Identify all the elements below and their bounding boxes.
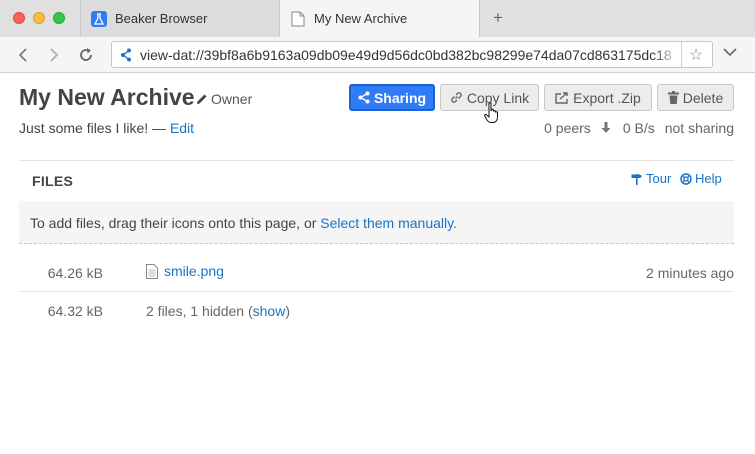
tab-beaker-browser[interactable]: Beaker Browser [80,0,280,37]
download-rate: 0 B/s [601,120,655,136]
tour-label: Tour [646,171,672,186]
file-row[interactable]: 64.26 kB smile.png 2 minutes ago [19,254,734,292]
export-icon [555,92,568,104]
window-maximize-button[interactable] [53,12,65,24]
archive-title: My New Archive [19,84,195,110]
link-icon [451,92,462,103]
summary-close: ) [285,303,290,319]
tab-my-new-archive[interactable]: My New Archive [280,0,480,37]
arrow-down-icon [601,122,611,133]
sharing-status: not sharing [664,120,734,136]
select-files-link[interactable]: Select them manually. [320,215,457,231]
file-size: 64.26 kB [47,265,103,281]
show-hidden-link[interactable]: show [253,303,286,319]
bookmark-star-icon[interactable]: ☆ [686,45,706,65]
sharing-stats: 0 peers 0 B/s not sharing [544,120,734,136]
delete-button-label: Delete [682,89,724,106]
file-name-link[interactable]: smile.png [164,263,224,279]
archive-description: Just some files I like! — Edit [19,120,194,136]
reload-button[interactable] [74,43,98,67]
drop-instructions: To add files, drag their icons onto this… [30,215,321,231]
url-bar[interactable]: view-dat://39bf8a6b9163a09db09e49d9d56dc… [111,41,713,68]
description-text: Just some files I like! — [19,120,170,136]
files-summary-row: 64.32 kB 2 files, 1 hidden (show) [19,292,734,330]
page-icon [290,11,306,27]
url-text: view-dat://39bf8a6b9163a09db09e49d9d56dc… [140,47,672,63]
title-bar: Beaker Browser My New Archive + [0,0,755,37]
file-drop-zone[interactable]: To add files, drag their icons onto this… [19,201,734,244]
sharing-button[interactable]: Sharing [349,84,435,111]
tour-link[interactable]: Tour [631,171,671,186]
files-panel: FILES Tour Help To add files, drag their… [19,160,734,244]
total-size: 64.32 kB [47,303,103,319]
hand-pointer-cursor-icon [484,102,500,127]
file-modified: 2 minutes ago [646,265,734,281]
download-rate-value: 0 B/s [622,120,655,136]
beaker-icon [91,10,107,27]
trash-icon [667,91,679,104]
drop-zone-text: To add files, drag their icons onto this… [30,215,457,231]
export-zip-button-label: Export .Zip [573,89,641,106]
file-name[interactable]: smile.png [146,263,224,279]
window-minimize-button[interactable] [33,12,45,24]
files-summary: 2 files, 1 hidden (show) [146,303,290,319]
owner-indicator: Owner [196,91,252,107]
owner-label: Owner [211,91,253,107]
tab-title: Beaker Browser [115,11,208,26]
reload-icon [80,48,92,61]
pencil-icon [197,94,207,104]
window-close-button[interactable] [13,12,25,24]
back-button[interactable] [11,43,35,67]
sharing-button-label: Sharing [373,89,427,106]
share-icon [358,91,370,104]
chevron-left-icon [18,48,27,62]
tab-title: My New Archive [314,11,408,26]
new-tab-button[interactable]: + [488,8,508,28]
help-link[interactable]: Help [680,171,722,186]
browser-menu-button[interactable] [722,45,742,65]
files-title: FILES [32,173,74,189]
chevron-down-icon [723,48,737,57]
edit-description-link[interactable]: Edit [170,120,194,136]
file-icon [146,263,158,279]
lifebuoy-icon [680,172,692,185]
share-icon [120,48,132,65]
summary-text: 2 files, 1 hidden ( [146,303,253,319]
help-label: Help [695,171,722,186]
peer-count: 0 peers [544,120,591,136]
export-zip-button[interactable]: Export .Zip [544,84,652,111]
delete-button[interactable]: Delete [657,84,734,111]
signpost-icon [631,173,642,185]
chevron-right-icon [50,48,59,62]
navigation-bar: view-dat://39bf8a6b9163a09db09e49d9d56dc… [0,37,755,73]
forward-button[interactable] [42,43,66,67]
files-header: FILES Tour Help [19,160,734,201]
